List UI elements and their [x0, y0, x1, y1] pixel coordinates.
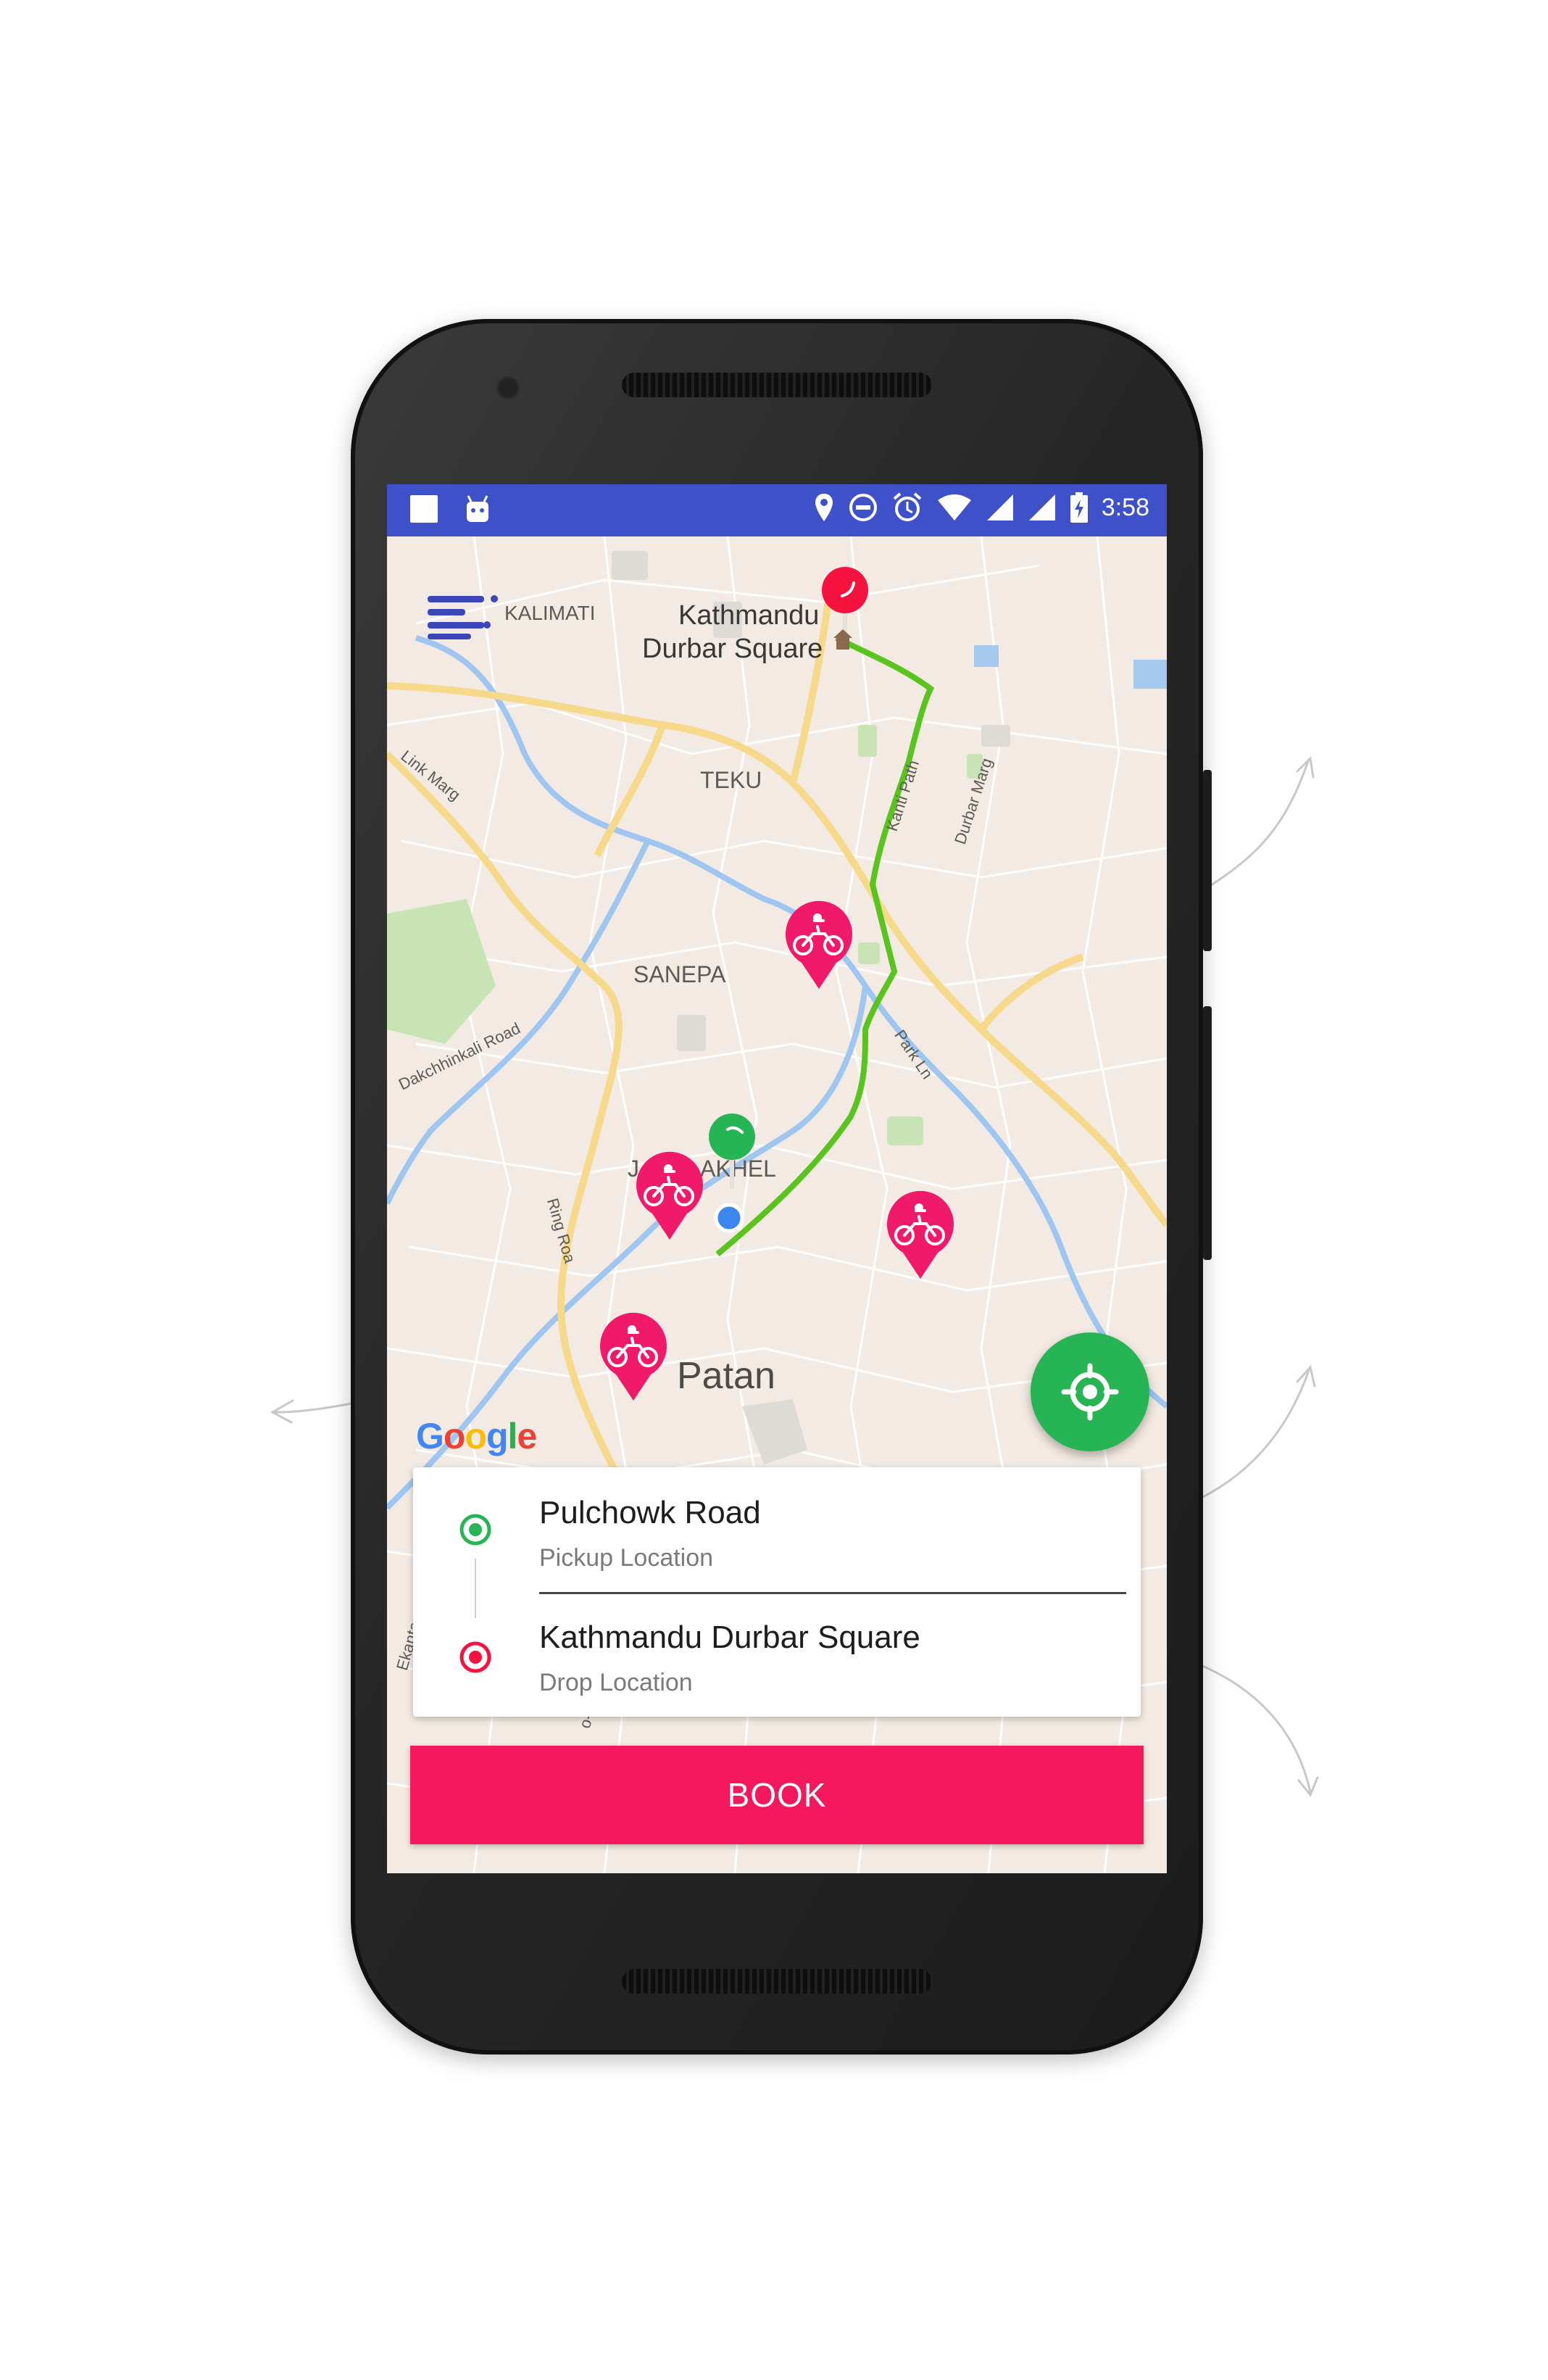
android-icon: [467, 495, 488, 522]
bike-marker-icon[interactable]: [632, 1150, 707, 1244]
bike-marker-icon[interactable]: [596, 1311, 671, 1405]
alarm-icon: [893, 492, 922, 521]
location-icon: [815, 494, 833, 521]
app-screen: 3:58 KALIMATI Kathmandu Durbar Square TE…: [387, 484, 1167, 1873]
pickup-pin[interactable]: [709, 1114, 755, 1189]
temple-icon: [833, 629, 852, 650]
pickup-dot-icon: [459, 1514, 491, 1546]
signal-icon: [986, 494, 1013, 521]
drop-pin[interactable]: [822, 567, 868, 641]
power-button: [1203, 1006, 1212, 1260]
signal-icon-2: [1028, 494, 1055, 521]
menu-icon[interactable]: [428, 592, 500, 642]
current-location-dot: [714, 1203, 744, 1233]
wifi-icon: [937, 494, 971, 521]
pickup-subtitle: Pickup Location: [539, 1544, 714, 1572]
book-button[interactable]: BOOK: [410, 1746, 1144, 1844]
volume-button: [1203, 770, 1212, 951]
map-view[interactable]: KALIMATI Kathmandu Durbar Square TEKU SA…: [387, 536, 1167, 1873]
route-card: Pulchowk Road Pickup Location Kathmandu …: [413, 1467, 1141, 1717]
square-icon: [410, 495, 438, 523]
drop-location-row[interactable]: Kathmandu Durbar Square Drop Location: [413, 1592, 1141, 1717]
drop-subtitle: Drop Location: [539, 1669, 693, 1696]
bike-marker-icon[interactable]: [883, 1189, 958, 1283]
bike-marker-icon[interactable]: [781, 899, 857, 993]
bottom-speaker: [622, 1969, 932, 1994]
pickup-title: Pulchowk Road: [539, 1495, 761, 1530]
do-not-disturb-icon: [849, 494, 877, 521]
clock: 3:58: [1101, 493, 1149, 521]
front-camera: [499, 378, 517, 397]
earpiece-speaker: [622, 373, 932, 397]
battery-charging-icon: [1070, 492, 1088, 523]
pickup-location-row[interactable]: Pulchowk Road Pickup Location: [413, 1467, 1141, 1592]
status-bar: 3:58: [387, 484, 1167, 536]
my-location-button[interactable]: [1031, 1332, 1149, 1451]
drop-dot-icon: [459, 1641, 491, 1673]
crosshair-icon: [1061, 1363, 1119, 1421]
drop-title: Kathmandu Durbar Square: [539, 1620, 920, 1655]
google-logo: Google: [416, 1416, 537, 1456]
